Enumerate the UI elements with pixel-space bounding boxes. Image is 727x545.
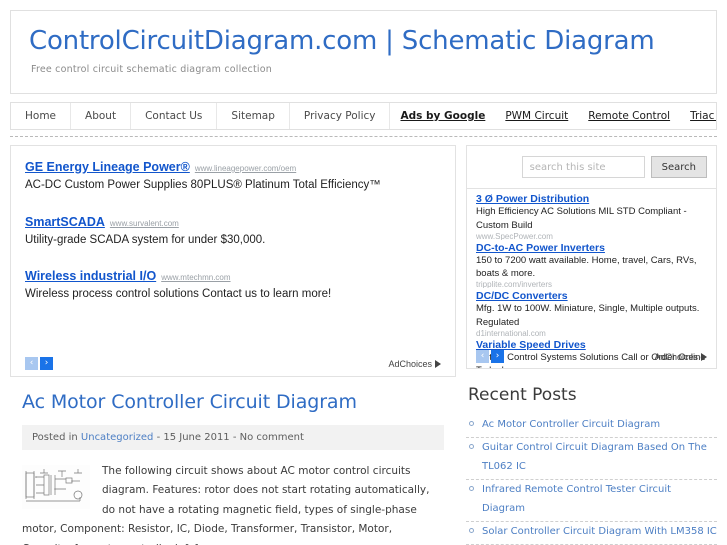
post-meta: Posted in Uncategorized - 15 June 2011 -… — [22, 425, 444, 450]
ad-prev-arrow-icon[interactable]: ‹ — [476, 350, 489, 363]
post-meta-sep-1: - — [156, 432, 161, 443]
left-ad-block: GE Energy Lineage Power® www.lineagepower… — [10, 145, 456, 377]
bullet-icon — [469, 421, 474, 426]
bullet-icon — [469, 528, 474, 533]
ad-unit: SmartSCADA www.survalent.com Utility-grad… — [25, 211, 441, 249]
ad-next-arrow-icon[interactable]: › — [491, 350, 504, 363]
site-header: ControlCircuitDiagram.com | Schematic Di… — [10, 10, 717, 94]
ad-title[interactable]: GE Energy Lineage Power® — [25, 160, 190, 174]
search-input[interactable] — [521, 156, 645, 178]
ad-pager: ‹ › — [476, 350, 504, 363]
ad-unit: 3 Ø Power Distribution High Efficiency A… — [476, 193, 707, 240]
adchoices-link[interactable]: AdChoices — [388, 359, 441, 369]
post-category-link[interactable]: Uncategorized — [81, 432, 153, 443]
site-tagline: Free control circuit schematic diagram c… — [31, 63, 272, 75]
ad-unit: DC-to-AC Power Inverters 150 to 7200 wat… — [476, 242, 707, 289]
ad-url[interactable]: www.lineagepower.com/oem — [195, 164, 296, 173]
search-widget: Search — [466, 145, 717, 189]
ad-next-arrow-icon[interactable]: › — [40, 357, 53, 370]
ad-url[interactable]: tripplite.com/inverters — [476, 281, 707, 288]
ad-unit: Wireless industrial I/O www.mtechmn.com W… — [25, 265, 441, 303]
main-navigation: Home About Contact Us Sitemap Privacy Po… — [10, 102, 717, 130]
content-columns: GE Energy Lineage Power® www.lineagepower… — [10, 145, 717, 545]
adchoices-label: AdChoices — [388, 358, 432, 369]
recent-post-link: Ac Motor Controller Circuit Diagram — [482, 419, 661, 430]
ad-title[interactable]: 3 Ø Power Distribution — [476, 193, 707, 205]
header-divider — [10, 136, 717, 137]
post-title[interactable]: Ac Motor Controller Circuit Diagram — [22, 391, 444, 413]
ad-description: High Efficiency AC Solutions MIL STD Com… — [476, 206, 687, 231]
circuit-schematic-svg — [25, 469, 83, 502]
ad-description: AC-DC Custom Power Supplies 80PLUS® Plat… — [25, 179, 381, 191]
nav-item-sitemap[interactable]: Sitemap — [217, 103, 290, 129]
post-meta-sep-2: - — [232, 432, 237, 443]
list-item[interactable]: Infrared Remote Control Tester Circuit D… — [466, 480, 717, 522]
ad-pager: ‹ › — [25, 357, 53, 370]
ad-prev-arrow-icon[interactable]: ‹ — [25, 357, 38, 370]
main-column: GE Energy Lineage Power® www.lineagepower… — [10, 145, 456, 545]
post-date: 15 June 2011 — [163, 432, 230, 443]
post-thumbnail-circuit-schematic-icon[interactable] — [22, 465, 90, 509]
sidebar-ad-footer: ‹ › AdChoices — [476, 350, 707, 363]
ad-description: Mfg. 1W to 100W. Miniature, Single, Mult… — [476, 303, 700, 328]
search-button[interactable]: Search — [650, 156, 707, 178]
adchoices-link[interactable]: AdChoices — [654, 352, 707, 362]
page-root: ControlCircuitDiagram.com | Schematic Di… — [0, 10, 727, 545]
ad-unit: DC/DC Converters Mfg. 1W to 100W. Miniat… — [476, 290, 707, 337]
nav-ad-pwm-circuit[interactable]: PWM Circuit — [495, 103, 578, 129]
ad-description: 150 to 7200 watt available. Home, travel… — [476, 254, 697, 280]
left-ad-footer: ‹ › AdChoices — [25, 357, 441, 370]
ad-title[interactable]: DC-to-AC Power Inverters — [476, 242, 707, 254]
recent-posts-list: Ac Motor Controller Circuit Diagram Guit… — [466, 415, 717, 545]
list-item[interactable]: Ac Motor Controller Circuit Diagram — [466, 415, 717, 438]
ad-title[interactable]: Variable Speed Drives — [476, 339, 707, 351]
ad-title[interactable]: DC/DC Converters — [476, 290, 707, 302]
bullet-icon — [469, 486, 474, 491]
nav-item-contact-us[interactable]: Contact Us — [131, 103, 218, 129]
ad-url[interactable]: d1international.com — [476, 330, 707, 337]
nav-item-home[interactable]: Home — [11, 103, 72, 129]
post-comment-count: No comment — [239, 432, 304, 443]
ad-description: Wireless process control solutions Conta… — [25, 288, 332, 301]
recent-post-link: Guitar Control Circuit Diagram Based On … — [482, 442, 707, 472]
nav-ads-by-google-label[interactable]: Ads by Google — [390, 103, 495, 129]
post-body: The following circuit shows about AC mot… — [22, 462, 444, 545]
nav-item-about[interactable]: About — [71, 103, 132, 129]
recent-posts-heading: Recent Posts — [468, 385, 577, 405]
post-article: Ac Motor Controller Circuit Diagram Post… — [10, 377, 456, 545]
ad-description: Utility-grade SCADA system for under $30… — [25, 233, 266, 246]
nav-ad-remote-control[interactable]: Remote Control — [578, 103, 680, 129]
page-title[interactable]: ControlCircuitDiagram.com | Schematic Di… — [29, 27, 698, 56]
ad-unit: GE Energy Lineage Power® www.lineagepower… — [25, 156, 441, 194]
nav-item-privacy-policy[interactable]: Privacy Policy — [290, 103, 391, 129]
ad-title[interactable]: SmartSCADA — [25, 215, 105, 229]
nav-ad-triac-circuit[interactable]: Triac Circuit — [680, 103, 716, 129]
recent-post-link: Solar Controller Circuit Diagram With LM… — [482, 526, 717, 537]
sidebar-ad-block: 3 Ø Power Distribution High Efficiency A… — [466, 189, 717, 369]
list-item[interactable]: Solar Controller Circuit Diagram With LM… — [466, 522, 717, 545]
ad-url[interactable]: www.survalent.com — [110, 219, 179, 228]
ad-url[interactable]: www.SpecPower.com — [476, 233, 707, 240]
post-meta-prefix: Posted in — [32, 432, 78, 443]
adchoices-label: AdChoices — [654, 351, 698, 362]
adchoices-triangle-icon — [701, 352, 707, 361]
bullet-icon — [469, 444, 474, 449]
ad-url[interactable]: www.mtechmn.com — [161, 273, 230, 282]
adchoices-triangle-icon — [435, 359, 441, 368]
sidebar: Search 3 Ø Power Distribution High Effic… — [466, 145, 717, 545]
ad-title[interactable]: Wireless industrial I/O — [25, 269, 156, 283]
recent-post-link: Infrared Remote Control Tester Circuit D… — [482, 484, 672, 514]
list-item[interactable]: Guitar Control Circuit Diagram Based On … — [466, 438, 717, 480]
